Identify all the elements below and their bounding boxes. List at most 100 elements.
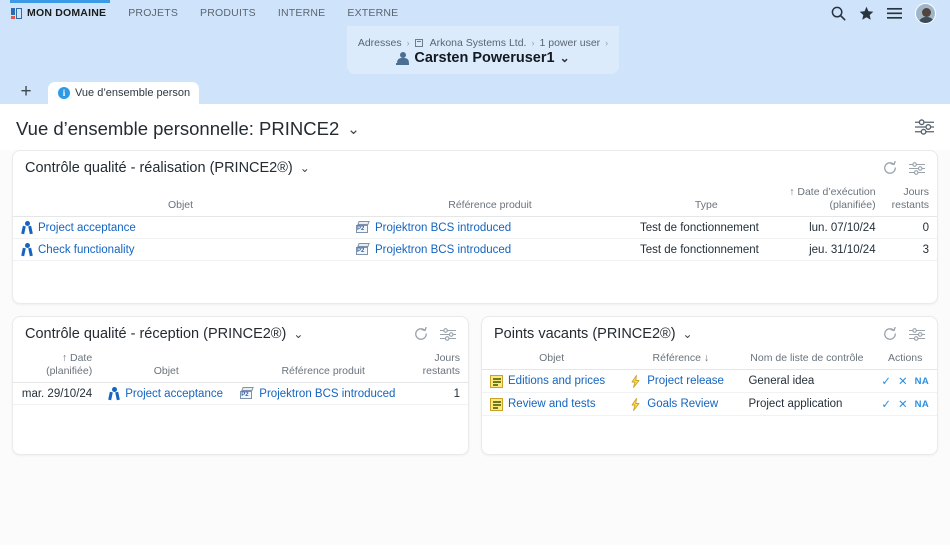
table-header: Objet Référence produit Type ↑ Date d’ex… <box>13 183 937 218</box>
reject-action-icon[interactable]: ✕ <box>898 374 908 388</box>
domain-icon <box>11 7 22 19</box>
chevron-down-icon[interactable]: ⌄ <box>560 51 570 65</box>
col-reference[interactable]: Référence ↓ <box>621 349 741 371</box>
cell-reference[interactable]: P2 Projektron BCS introduced <box>348 216 632 240</box>
nav-item-externe[interactable]: EXTERNE <box>336 7 409 19</box>
col-reference-produit[interactable]: Référence produit <box>348 183 632 218</box>
cell-objet[interactable]: Project acceptance <box>100 382 233 406</box>
refresh-icon[interactable] <box>414 327 428 341</box>
col-type[interactable]: Type <box>631 183 781 218</box>
panel-title: Contrôle qualité - réception (PRINCE2®) … <box>25 326 303 342</box>
checklist-icon <box>490 397 503 411</box>
col-date-planifiee[interactable]: ↑ Date (planifiée) <box>13 349 101 384</box>
panel-body: ↑ Date (planifiée) Objet Référence produ… <box>13 349 468 454</box>
table-open-points: Objet Référence ↓ Nom de liste de contrô… <box>482 349 937 417</box>
col-objet[interactable]: Objet <box>13 183 349 218</box>
bolt-icon <box>629 397 642 411</box>
breadcrumb-separator: › <box>531 38 535 48</box>
refresh-icon[interactable] <box>883 161 897 175</box>
nav-item-interne[interactable]: INTERNE <box>267 7 337 19</box>
page-title-row: Vue d’ensemble personnelle: PRINCE2 ⌄ <box>0 104 950 150</box>
search-icon[interactable] <box>831 6 846 21</box>
accept-action-icon[interactable]: ✓ <box>881 397 891 411</box>
cell-date: lun. 07/10/24 <box>780 216 884 240</box>
nav-icon-group <box>831 2 940 24</box>
cell-reference[interactable]: Goals Review <box>621 392 741 417</box>
nav-item-mon-domaine[interactable]: MON DOMAINE <box>0 7 117 19</box>
table-row[interactable]: Review and tests Goals Review Project ap… <box>482 392 937 417</box>
cell-type: Test de fonctionnement <box>631 216 781 240</box>
checkpoint-icon <box>108 387 120 401</box>
chevron-down-icon[interactable]: ⌄ <box>293 327 303 341</box>
cell-objet[interactable]: Project acceptance <box>13 216 349 240</box>
user-icon <box>396 51 410 65</box>
page-settings-sliders-icon[interactable] <box>915 118 934 140</box>
menu-icon[interactable] <box>887 7 902 20</box>
chevron-down-icon[interactable]: ⌄ <box>300 161 310 175</box>
avatar[interactable] <box>915 2 936 24</box>
table-header: ↑ Date (planifiée) Objet Référence produ… <box>13 349 468 384</box>
cell-type: Test de fonctionnement <box>631 238 781 262</box>
cell-reference[interactable]: P2 Projektron BCS introduced <box>348 238 632 262</box>
nav-item-label: MON DOMAINE <box>27 7 107 19</box>
col-jours-restants[interactable]: Jours restants <box>414 349 468 384</box>
col-reference-produit[interactable]: Référence produit <box>232 349 415 384</box>
bottom-panels-row: Contrôle qualité - réception (PRINCE2®) … <box>12 316 938 455</box>
breadcrumb-item-group[interactable]: 1 power user <box>539 37 600 49</box>
breadcrumb-item-adresses[interactable]: Adresses <box>358 37 402 49</box>
cell-actions: ✓ ✕ NA <box>873 392 937 417</box>
dashboard-content: Contrôle qualité - réalisation (PRINCE2®… <box>0 150 950 545</box>
nav-item-produits[interactable]: PRODUITS <box>189 7 267 19</box>
cell-reference[interactable]: Project release <box>621 369 741 394</box>
table-row[interactable]: mar. 29/10/24 Project acceptance P2 Proje… <box>13 382 468 406</box>
panel-title: Contrôle qualité - réalisation (PRINCE2®… <box>25 160 310 176</box>
table-body: mar. 29/10/24 Project acceptance P2 Proje… <box>13 382 468 406</box>
col-date-execution[interactable]: ↑ Date d’exécution (planifiée) <box>780 183 884 218</box>
panel-sliders-icon[interactable] <box>440 327 456 341</box>
table-row[interactable]: Project acceptance P2 Projektron BCS intr… <box>13 216 937 240</box>
chevron-down-icon[interactable]: ⌄ <box>347 120 360 138</box>
na-action-button[interactable]: NA <box>915 399 929 410</box>
info-icon: i <box>58 87 70 99</box>
panel-header: Contrôle qualité - réalisation (PRINCE2®… <box>13 151 937 183</box>
cell-objet[interactable]: Check functionality <box>13 238 349 262</box>
breadcrumb-title[interactable]: Carsten Poweruser1 ⌄ <box>396 50 570 66</box>
star-icon[interactable] <box>859 6 874 21</box>
cell-objet-text: Project acceptance <box>38 221 136 234</box>
cell-reference-text: Projektron BCS introduced <box>259 387 396 400</box>
col-objet[interactable]: Objet <box>100 349 233 384</box>
chevron-down-icon[interactable]: ⌄ <box>683 327 693 341</box>
checkpoint-icon <box>21 243 33 257</box>
reject-action-icon[interactable]: ✕ <box>898 397 908 411</box>
cell-objet[interactable]: Review and tests <box>482 392 622 417</box>
col-jours-restants[interactable]: Jours restants <box>883 183 937 218</box>
panel-header: Points vacants (PRINCE2®) ⌄ <box>482 317 937 349</box>
cell-reference-text: Project release <box>647 375 724 388</box>
table-row[interactable]: Editions and prices Project release Gene… <box>482 369 937 394</box>
panel-actions <box>883 161 925 175</box>
add-tab-button[interactable]: + <box>12 78 40 104</box>
panel-title-text: Contrôle qualité - réception (PRINCE2®) <box>25 326 287 342</box>
table-header-row: Objet Référence ↓ Nom de liste de contrô… <box>482 349 937 371</box>
nav-item-projets[interactable]: PROJETS <box>117 7 189 19</box>
breadcrumb-separator: › <box>605 38 609 48</box>
product-box-icon: P2 <box>356 243 370 256</box>
cell-objet[interactable]: Editions and prices <box>482 369 622 394</box>
page-title: Vue d’ensemble personnelle: PRINCE2 ⌄ <box>16 118 360 140</box>
panel-sliders-icon[interactable] <box>909 327 925 341</box>
tab-personal-overview[interactable]: i Vue d’ensemble person <box>48 82 200 104</box>
breadcrumb: Adresses › Arkona Systems Ltd. › 1 power… <box>358 37 608 49</box>
table-quality-reception: ↑ Date (planifiée) Objet Référence produ… <box>13 349 468 406</box>
breadcrumb-item-company[interactable]: Arkona Systems Ltd. <box>430 37 527 49</box>
cell-reference[interactable]: P2 Projektron BCS introduced <box>232 382 415 406</box>
panel-body: Objet Référence produit Type ↑ Date d’ex… <box>13 183 937 303</box>
panel-sliders-icon[interactable] <box>909 161 925 175</box>
col-objet[interactable]: Objet <box>482 349 622 371</box>
table-header-row: ↑ Date (planifiée) Objet Référence produ… <box>13 349 468 384</box>
accept-action-icon[interactable]: ✓ <box>881 374 891 388</box>
na-action-button[interactable]: NA <box>915 376 929 387</box>
col-checklist-name[interactable]: Nom de liste de contrôle <box>740 349 874 371</box>
refresh-icon[interactable] <box>883 327 897 341</box>
table-row[interactable]: Check functionality P2 Projektron BCS int… <box>13 238 937 262</box>
cell-reference-text: Goals Review <box>647 398 719 411</box>
